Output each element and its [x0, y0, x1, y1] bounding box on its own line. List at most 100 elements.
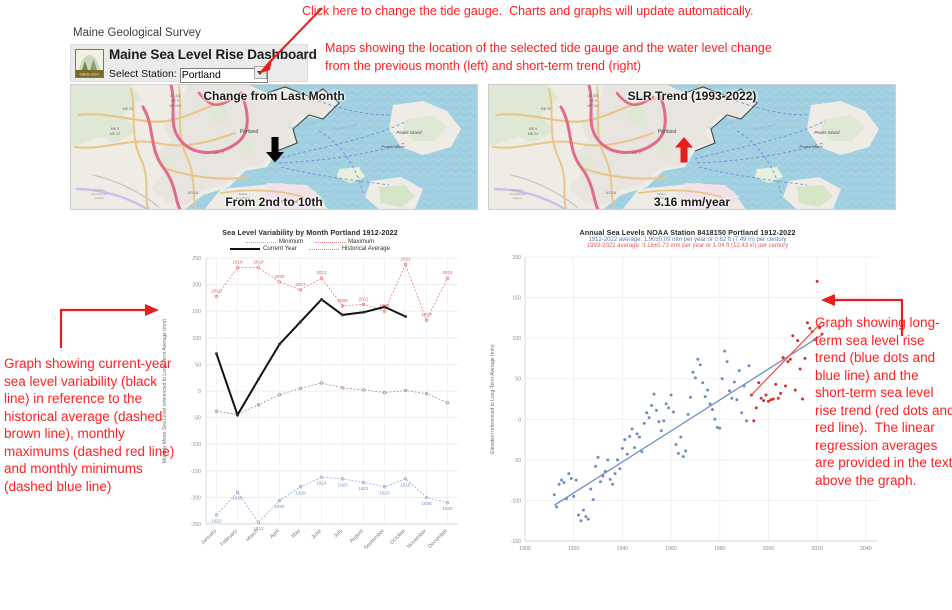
map-label-me9b: ME 9: [589, 99, 597, 103]
svg-text:Elevation referenced to Long-T: Elevation referenced to Long-Term Averag…: [490, 344, 496, 454]
svg-text:October: October: [389, 528, 407, 546]
svg-text:2021: 2021: [400, 256, 411, 261]
legend-swatch-current-year: [230, 248, 261, 250]
svg-text:1920: 1920: [568, 546, 580, 552]
svg-text:2012: 2012: [316, 270, 327, 275]
svg-text:-50: -50: [194, 416, 202, 422]
legend-swatch-minimum: [245, 241, 276, 243]
svg-text:1913: 1913: [253, 526, 264, 531]
svg-text:1916: 1916: [400, 482, 411, 487]
svg-text:1980: 1980: [714, 546, 726, 552]
left-chart-title: Sea Level Variability by Month Portland …: [222, 228, 398, 237]
svg-text:150: 150: [192, 309, 201, 315]
svg-text:2011: 2011: [359, 296, 369, 301]
svg-text:-50: -50: [514, 458, 522, 464]
map-label-peaks-island-italic: Peaks Island: [814, 130, 840, 135]
map-label-bay-bridge: Bay Bridge: [236, 196, 251, 200]
legend-swatch-maximum: [315, 241, 346, 243]
svg-text:December: December: [427, 528, 449, 550]
svg-text:2020: 2020: [811, 546, 823, 552]
svg-text:200: 200: [512, 255, 521, 261]
svg-text:2018: 2018: [253, 260, 264, 265]
svg-text:0: 0: [518, 417, 521, 423]
left-chart-legend: Minimum Maximum Current Year Historical …: [150, 239, 470, 252]
annotation-left-chart: Graph showing current-year sea level var…: [4, 356, 179, 494]
svg-text:1938: 1938: [421, 501, 432, 506]
map-label-peaks-island-italic: Peaks Island: [396, 130, 422, 135]
legend-item-minimum: Minimum: [245, 239, 304, 245]
annotation-maps: Maps showing the location of the selecte…: [325, 41, 772, 73]
map-label-me9: ME 9: [529, 127, 537, 131]
map-label-portland: Portland: [240, 129, 259, 135]
map-label-me22: ME 22: [110, 132, 120, 136]
map-label-peaks-island: Peaks Island: [382, 144, 405, 149]
map-label-me100: ME 100: [170, 104, 181, 108]
svg-text:150: 150: [512, 296, 521, 302]
svg-text:1960: 1960: [665, 546, 677, 552]
map-label-portland: Portland: [658, 129, 677, 135]
legend-swatch-historical-average: [308, 248, 339, 250]
right-chart-title: Annual Sea Levels NOAA Station 8418150 P…: [579, 228, 796, 237]
svg-text:1914: 1914: [316, 481, 327, 486]
map-label-south-portland: South Portland: [268, 199, 298, 204]
logo-mark-icon: GEOLOGY: [76, 50, 103, 77]
map-label-us302: US 302: [170, 94, 181, 98]
svg-text:2017: 2017: [295, 282, 306, 287]
svg-text:0: 0: [198, 389, 201, 395]
map-label-jetport3: Jetport: [94, 196, 103, 200]
svg-text:1922: 1922: [211, 518, 222, 523]
annotation-top: Click here to change the tide gauge. Cha…: [302, 4, 754, 18]
svg-text:June: June: [310, 528, 323, 541]
map-label-peaks-island: Peaks Island: [800, 144, 823, 149]
map-label-jetport3: Jetport: [512, 196, 521, 200]
svg-text:50: 50: [195, 362, 201, 368]
legend-label-maximum: Maximum: [348, 239, 375, 245]
svg-text:2000: 2000: [763, 546, 775, 552]
svg-text:September: September: [363, 528, 386, 551]
map-label-me9b: ME 9: [171, 99, 179, 103]
map-slr-trend[interactable]: ME 25 ME 9 ME 22 US 302 ME 9 ME 100 ME 7…: [488, 84, 896, 210]
svg-text:2009: 2009: [337, 298, 348, 303]
svg-text:1930: 1930: [274, 504, 285, 509]
map-change-from-last-month[interactable]: ME 25 ME 9 ME 22 US 302 ME 9 ME 100 ME 7…: [70, 84, 478, 210]
legend-item-maximum: Maximum: [315, 239, 374, 245]
svg-text:1929: 1929: [295, 490, 306, 495]
station-select-label: Select Station:: [109, 68, 177, 80]
map-label-me9: ME 9: [111, 127, 119, 131]
svg-text:200: 200: [192, 283, 201, 289]
map-label-me25: ME 25: [123, 107, 133, 111]
map-label-me100: ME 100: [588, 104, 599, 108]
map-label-us1a: US 1A: [188, 191, 199, 195]
svg-text:-200: -200: [191, 495, 201, 501]
svg-text:100: 100: [192, 336, 201, 342]
svg-text:1979: 1979: [421, 312, 432, 317]
svg-text:-100: -100: [511, 498, 521, 504]
svg-text:April: April: [269, 528, 281, 540]
svg-text:2020: 2020: [274, 274, 285, 279]
map-label-bay-bridge: Bay Bridge: [654, 196, 669, 200]
svg-text:November: November: [406, 528, 428, 550]
svg-text:100: 100: [512, 336, 521, 342]
svg-text:January: January: [200, 528, 218, 546]
map-label-me25: ME 25: [541, 107, 551, 111]
svg-text:1923: 1923: [337, 482, 348, 487]
legend-label-minimum: Minimum: [278, 239, 304, 245]
svg-text:-150: -150: [191, 469, 201, 475]
maine-geological-survey-logo: GEOLOGY: [75, 49, 104, 78]
svg-text:2040: 2040: [860, 546, 872, 552]
svg-text:1934: 1934: [232, 496, 243, 501]
annotation-arrow-to-left-chart: [59, 304, 159, 348]
svg-text:1900: 1900: [519, 546, 531, 552]
svg-text:-100: -100: [191, 442, 201, 448]
map-label-me77: ME 77: [214, 151, 224, 155]
map-label-us1a: US 1A: [606, 191, 617, 195]
svg-text:August: August: [349, 528, 365, 544]
map-label-me77: ME 77: [632, 151, 642, 155]
svg-text:2018: 2018: [232, 260, 243, 265]
svg-text:1921: 1921: [358, 486, 369, 491]
up-arrow-icon: [675, 137, 693, 163]
map-label-us302: US 302: [588, 94, 599, 98]
annotation-arrow-to-right-chart: [821, 294, 904, 336]
sea-level-variability-chart: Sea Level Variability by Month Portland …: [150, 228, 470, 606]
svg-text:May: May: [290, 528, 302, 540]
